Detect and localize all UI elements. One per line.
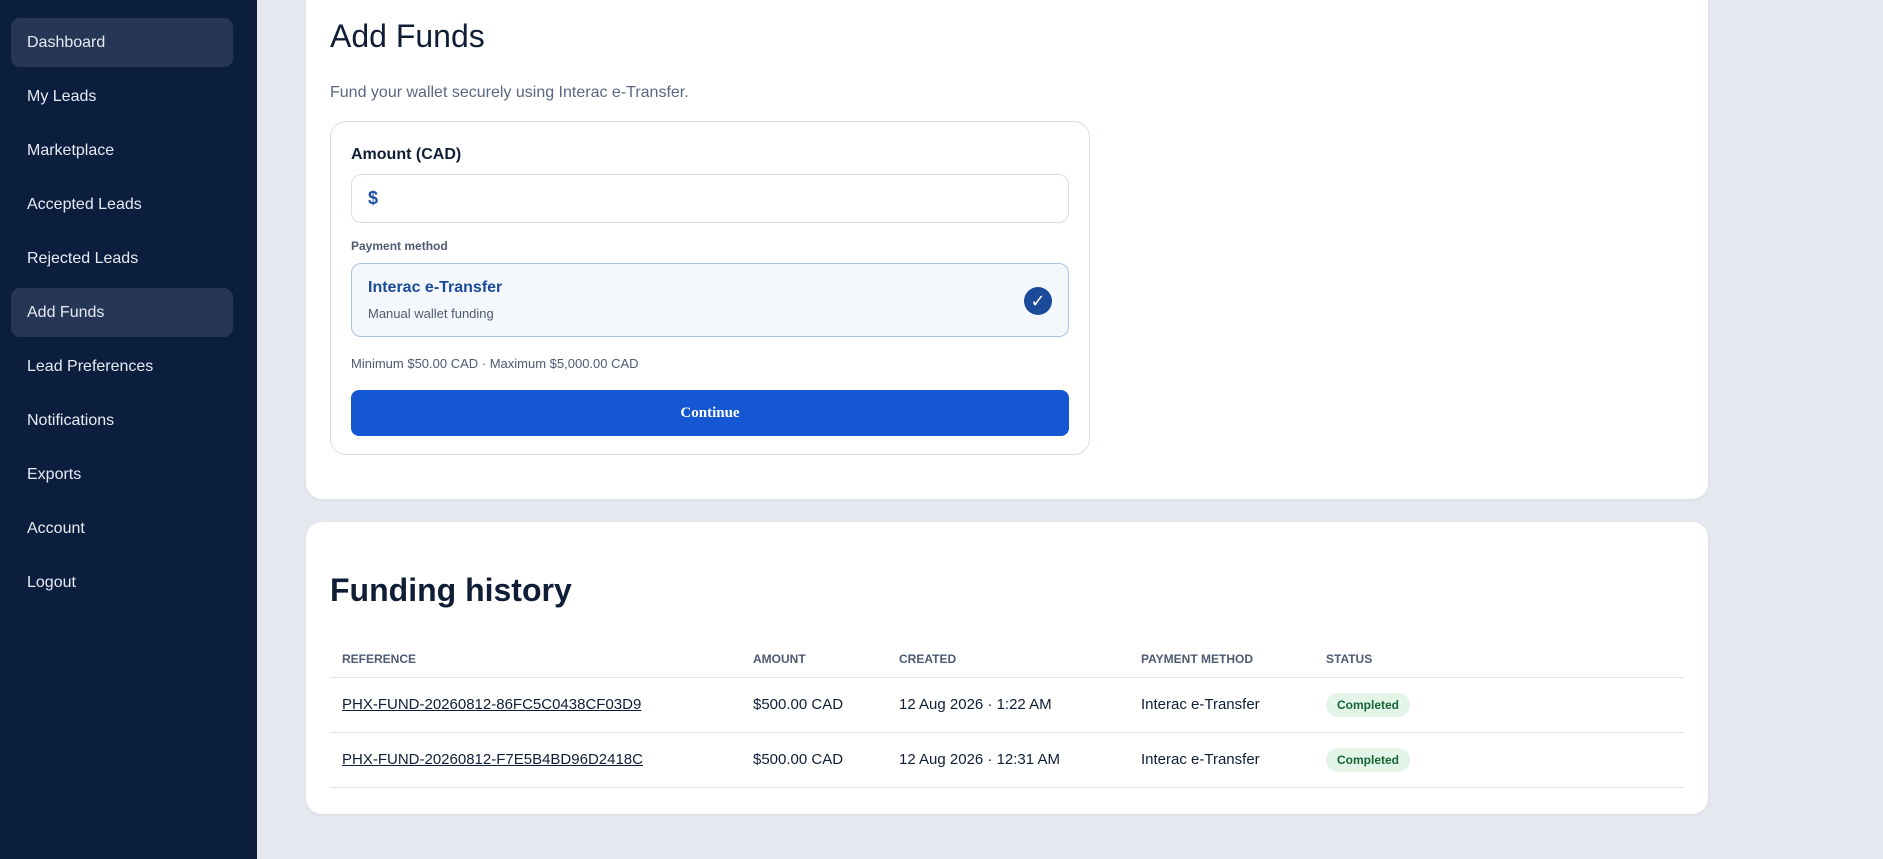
column-header-status: STATUS bbox=[1314, 642, 1684, 678]
payment-method-label: Payment method bbox=[351, 239, 448, 253]
check-icon: ✓ bbox=[1024, 287, 1052, 315]
sidebar-item-logout[interactable]: Logout bbox=[11, 558, 233, 607]
status-cell: Completed bbox=[1314, 732, 1684, 788]
reference-link[interactable]: PHX-FUND-20260812-F7E5B4BD96D2418C bbox=[342, 751, 643, 768]
sidebar-item-rejected-leads[interactable]: Rejected Leads bbox=[11, 234, 233, 283]
column-header-reference: REFERENCE bbox=[330, 642, 741, 678]
page-subtitle: Fund your wallet securely using Interac … bbox=[330, 84, 689, 101]
reference-link[interactable]: PHX-FUND-20260812-86FC5C0438CF03D9 bbox=[342, 696, 641, 713]
sidebar: Dashboard My Leads Marketplace Accepted … bbox=[0, 0, 257, 859]
funding-history-table: REFERENCE AMOUNT CREATED PAYMENT METHOD … bbox=[330, 642, 1684, 788]
payment-option-name: Interac e-Transfer bbox=[368, 279, 503, 296]
sidebar-item-lead-preferences[interactable]: Lead Preferences bbox=[11, 342, 233, 391]
sidebar-item-account[interactable]: Account bbox=[11, 504, 233, 553]
sidebar-item-notifications[interactable]: Notifications bbox=[11, 396, 233, 445]
column-header-created: CREATED bbox=[887, 642, 1129, 678]
column-header-amount: AMOUNT bbox=[741, 642, 887, 678]
dollar-icon: $ bbox=[368, 188, 379, 208]
funding-history-card: Funding history REFERENCE AMOUNT CREATED… bbox=[306, 522, 1708, 814]
amount-field[interactable]: $ bbox=[351, 174, 1069, 223]
status-badge: Completed bbox=[1326, 692, 1411, 717]
payment-option-description: Manual wallet funding bbox=[368, 306, 494, 321]
table-header-row: REFERENCE AMOUNT CREATED PAYMENT METHOD … bbox=[330, 642, 1684, 678]
sidebar-item-accepted-leads[interactable]: Accepted Leads bbox=[11, 180, 233, 229]
amount-cell: $500.00 CAD bbox=[741, 677, 887, 733]
reference-cell: PHX-FUND-20260812-86FC5C0438CF03D9 bbox=[330, 677, 741, 733]
add-funds-form: Amount (CAD) $ Payment method Interac e-… bbox=[330, 121, 1090, 455]
payment-method-cell: Interac e-Transfer bbox=[1129, 677, 1314, 733]
page-title: Add Funds bbox=[330, 18, 485, 54]
status-cell: Completed bbox=[1314, 677, 1684, 733]
funding-history-title: Funding history bbox=[330, 572, 572, 608]
sidebar-item-add-funds[interactable]: Add Funds bbox=[11, 288, 233, 337]
continue-button[interactable]: Continue bbox=[351, 390, 1069, 436]
amount-input[interactable] bbox=[386, 175, 1068, 222]
add-funds-card: Add Funds Fund your wallet securely usin… bbox=[306, 0, 1708, 499]
payment-method-cell: Interac e-Transfer bbox=[1129, 732, 1314, 788]
sidebar-item-exports[interactable]: Exports bbox=[11, 450, 233, 499]
sidebar-item-dashboard[interactable]: Dashboard bbox=[11, 18, 233, 67]
sidebar-item-my-leads[interactable]: My Leads bbox=[11, 72, 233, 121]
amount-limits: Minimum $50.00 CAD · Maximum $5,000.00 C… bbox=[351, 356, 639, 371]
amount-cell: $500.00 CAD bbox=[741, 732, 887, 788]
created-cell: 12 Aug 2026 · 1:22 AM bbox=[887, 677, 1129, 733]
reference-cell: PHX-FUND-20260812-F7E5B4BD96D2418C bbox=[330, 732, 741, 788]
status-badge: Completed bbox=[1326, 747, 1411, 772]
main-content: Add Funds Fund your wallet securely usin… bbox=[257, 0, 1883, 859]
created-cell: 12 Aug 2026 · 12:31 AM bbox=[887, 732, 1129, 788]
table-row: PHX-FUND-20260812-F7E5B4BD96D2418C $500.… bbox=[330, 732, 1684, 788]
column-header-payment-method: PAYMENT METHOD bbox=[1129, 642, 1314, 678]
amount-label: Amount (CAD) bbox=[351, 146, 462, 163]
sidebar-item-marketplace[interactable]: Marketplace bbox=[11, 126, 233, 175]
payment-option-interac[interactable]: Interac e-Transfer Manual wallet funding… bbox=[351, 263, 1069, 337]
table-row: PHX-FUND-20260812-86FC5C0438CF03D9 $500.… bbox=[330, 677, 1684, 733]
